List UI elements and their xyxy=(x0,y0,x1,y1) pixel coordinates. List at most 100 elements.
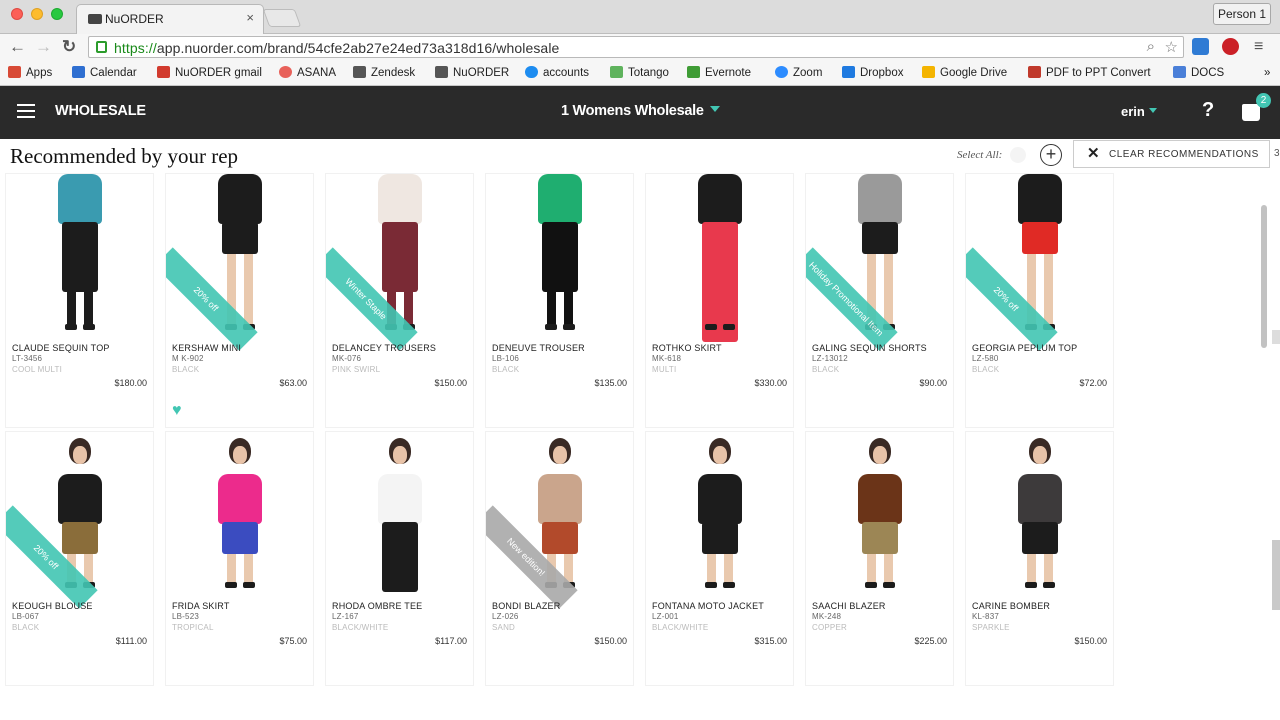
bookmark-zoom[interactable]: Zoom xyxy=(775,65,822,81)
line-selector[interactable]: 1 Womens Wholesale xyxy=(561,103,720,119)
product-price: $180.00 xyxy=(114,378,147,388)
product-card[interactable]: CLAUDE SEQUIN TOP LT-3456 COOL MULTI $180.0… xyxy=(5,173,154,428)
hamburger-menu-icon[interactable] xyxy=(17,104,35,118)
product-sku: LT-3456 xyxy=(12,354,43,363)
product-color: BLACK xyxy=(972,365,1000,374)
product-card[interactable]: Holiday Promotional Item GALING SEQUIN SH… xyxy=(805,173,954,428)
product-card[interactable]: DENEUVE TROUSER LB-106 BLACK $135.00 xyxy=(485,173,634,428)
section-title: Recommended by your rep xyxy=(10,144,239,168)
product-price: $111.00 xyxy=(115,636,147,646)
product-card[interactable]: ROTHKO SKIRT MK-618 MULTI $330.00 xyxy=(645,173,794,428)
bookmark-nuorder[interactable]: NuORDER xyxy=(435,65,509,81)
bookmarks-bar: Apps Calendar NuORDER gmail ASANA Zendes… xyxy=(0,61,1280,86)
product-price: $135.00 xyxy=(594,378,627,388)
product-card[interactable]: 20% off GEORGIA PEPLUM TOP LZ-580 BLACK $72.… xyxy=(965,173,1114,428)
product-card[interactable]: SAACHI BLAZER MK-248 COPPER $225.00 xyxy=(805,431,954,686)
pinterest-extension-icon[interactable] xyxy=(1222,38,1239,55)
forward-button[interactable]: → xyxy=(35,37,52,57)
close-icon: ✕ xyxy=(1087,145,1101,162)
bookmark-dropbox[interactable]: Dropbox xyxy=(842,65,903,81)
product-name: CLAUDE SEQUIN TOP xyxy=(12,343,110,353)
new-tab-button[interactable] xyxy=(262,9,302,27)
clear-recommendations-button[interactable]: ✕ CLEAR RECOMMENDATIONS xyxy=(1073,140,1270,168)
tab-close-icon[interactable]: × xyxy=(246,10,254,25)
back-button[interactable]: ← xyxy=(9,37,26,57)
product-color: COPPER xyxy=(812,623,847,632)
bookmark-asana[interactable]: ASANA xyxy=(279,65,336,81)
search-icon[interactable]: ⌕ xyxy=(1147,38,1155,55)
help-icon[interactable]: ? xyxy=(1202,99,1214,122)
add-circle-icon[interactable]: + xyxy=(1040,144,1062,166)
browser-tabstrip: NuORDER × Person 1 xyxy=(0,0,1280,34)
product-color: BLACK xyxy=(812,365,840,374)
nuorder-favicon-icon xyxy=(88,14,102,24)
minimize-window-button[interactable] xyxy=(31,8,43,20)
bookmark-totango[interactable]: Totango xyxy=(610,65,669,81)
product-card[interactable]: 20% off KERSHAW MINI M K-902 BLACK $63.00 xyxy=(165,173,314,428)
menu-icon[interactable]: ≡ xyxy=(1254,37,1263,57)
chevron-down-icon xyxy=(1148,108,1157,113)
edge-text: 3 xyxy=(1274,148,1280,159)
tab-title: NuORDER xyxy=(105,12,164,26)
bookmark-calendar[interactable]: Calendar xyxy=(72,65,137,81)
product-image[interactable] xyxy=(326,432,473,597)
product-card[interactable]: RHODA OMBRE TEE LZ-167 BLACK/WHITE $117.00 xyxy=(325,431,474,686)
product-image[interactable] xyxy=(6,174,153,339)
evernote-icon xyxy=(687,66,700,78)
product-price: $150.00 xyxy=(434,378,467,388)
apps-grid-icon xyxy=(8,66,21,78)
product-image[interactable] xyxy=(646,174,793,342)
product-image[interactable] xyxy=(646,432,793,597)
select-all-checkbox[interactable] xyxy=(1010,147,1026,163)
bookmark-star-icon[interactable]: ☆ xyxy=(1165,38,1178,56)
product-card[interactable]: CARINE BOMBER KL-837 SPARKLE $150.00 xyxy=(965,431,1114,686)
product-sku: MK-618 xyxy=(652,354,682,363)
product-image[interactable] xyxy=(486,174,633,339)
product-color: BLACK xyxy=(492,365,520,374)
bookmark-apps[interactable]: Apps xyxy=(8,65,52,81)
product-sku: LZ-026 xyxy=(492,612,519,621)
product-card[interactable]: 20% off KEOUGH BLOUSE LB-067 BLACK $111.00 xyxy=(5,431,154,686)
product-card[interactable]: Winter Staple DELANCEY TROUSERS MK-076 PINK… xyxy=(325,173,474,428)
bookmark-evernote[interactable]: Evernote xyxy=(687,65,751,81)
product-image[interactable] xyxy=(966,432,1113,597)
bookmark-nuorder-gmail[interactable]: NuORDER gmail xyxy=(157,65,262,81)
scrollbar[interactable] xyxy=(1261,205,1267,348)
shopping-bag-icon[interactable] xyxy=(1242,104,1260,121)
product-price: $90.00 xyxy=(919,378,947,388)
dropbox-icon xyxy=(842,66,855,78)
product-color: PINK SWIRL xyxy=(332,365,381,374)
product-sku: MK-248 xyxy=(812,612,842,621)
product-card[interactable]: FONTANA MOTO JACKET LZ-001 BLACK/WHITE $315… xyxy=(645,431,794,686)
close-window-button[interactable] xyxy=(11,8,23,20)
product-name: SAACHI BLAZER xyxy=(812,601,886,611)
product-price: $72.00 xyxy=(1079,378,1107,388)
product-color: BLACK xyxy=(12,623,40,632)
address-bar[interactable]: https://app.nuorder.com/brand/54cfe2ab27… xyxy=(88,36,1184,58)
select-all-label: Select All: xyxy=(957,149,1003,161)
zoom-window-button[interactable] xyxy=(51,8,63,20)
reload-button[interactable]: ↻ xyxy=(62,37,76,57)
bookmark-pdf-to-ppt[interactable]: PDF to PPT Convert xyxy=(1028,65,1151,81)
zoom-icon xyxy=(775,66,788,78)
profile-button[interactable]: Person 1 xyxy=(1213,3,1271,25)
bookmark-zendesk[interactable]: Zendesk xyxy=(353,65,415,81)
product-image[interactable] xyxy=(166,432,313,597)
product-card[interactable]: New edition! BONDI BLAZER LZ-026 SAND $150.0… xyxy=(485,431,634,686)
product-name: ROTHKO SKIRT xyxy=(652,343,722,353)
product-color: MULTI xyxy=(652,365,677,374)
user-menu[interactable]: erin xyxy=(1121,104,1157,119)
bookmark-accounts[interactable]: accounts xyxy=(525,65,589,81)
bookmark-google-drive[interactable]: Google Drive xyxy=(922,65,1007,81)
browser-tab[interactable]: NuORDER × xyxy=(76,4,264,34)
product-price: $117.00 xyxy=(435,636,467,646)
product-price: $150.00 xyxy=(594,636,627,646)
edge-fragment xyxy=(1272,330,1280,344)
product-card[interactable]: FRIDA SKIRT LB-523 TROPICAL $75.00 xyxy=(165,431,314,686)
bookmark-docs[interactable]: DOCS xyxy=(1173,65,1224,81)
favorite-heart-icon[interactable]: ♥ xyxy=(172,402,182,420)
product-image[interactable] xyxy=(806,432,953,597)
mail-extension-icon[interactable] xyxy=(1192,38,1209,55)
product-sku: LB-067 xyxy=(12,612,39,621)
bookmarks-overflow-icon[interactable]: » xyxy=(1264,65,1270,81)
